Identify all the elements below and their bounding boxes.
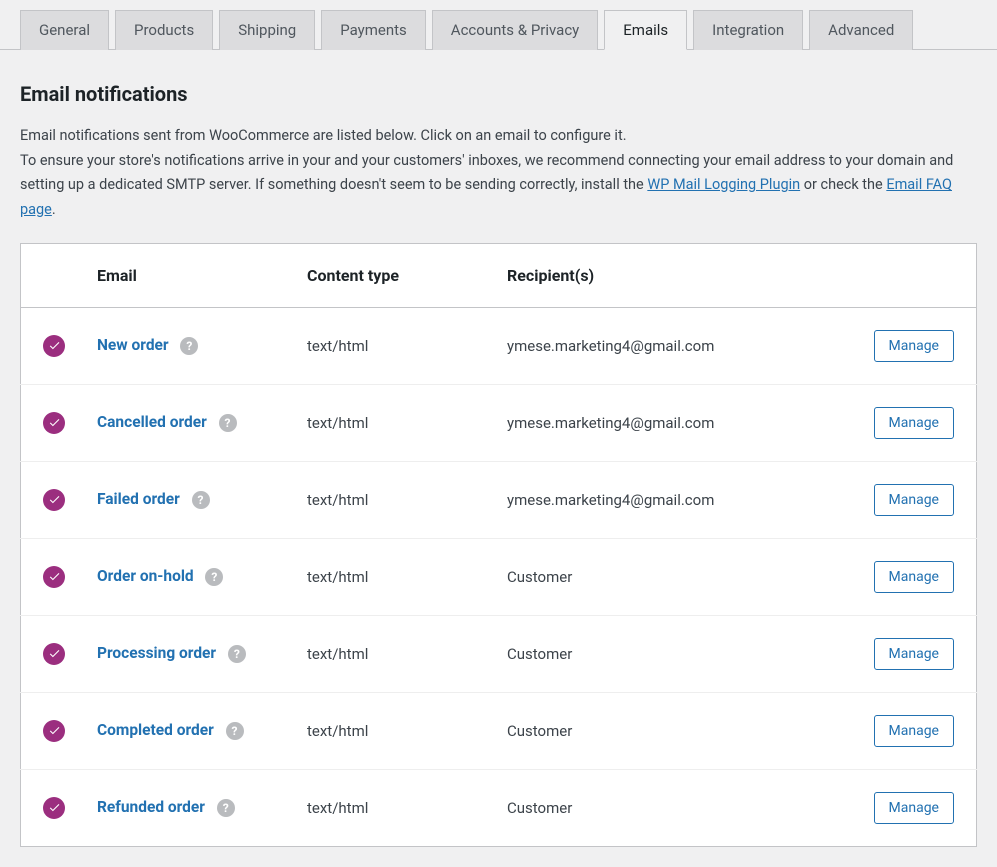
status-enabled-icon — [43, 335, 65, 357]
email-name-link[interactable]: Cancelled order — [97, 413, 207, 431]
email-name-link[interactable]: Refunded order — [97, 798, 205, 816]
manage-button[interactable]: Manage — [874, 792, 954, 824]
status-enabled-icon — [43, 412, 65, 434]
help-icon[interactable]: ? — [219, 414, 237, 432]
content-type-cell: text/html — [291, 384, 491, 461]
status-enabled-icon — [43, 720, 65, 742]
email-name-link[interactable]: Completed order — [97, 721, 214, 739]
help-icon[interactable]: ? — [192, 491, 210, 509]
recipients-cell: Customer — [491, 769, 857, 846]
tab-products[interactable]: Products — [115, 10, 213, 50]
table-row: Refunded order ? text/html Customer Mana… — [21, 769, 977, 846]
status-enabled-icon — [43, 643, 65, 665]
email-name-link[interactable]: Order on-hold — [97, 567, 194, 585]
table-row: Order on-hold ? text/html Customer Manag… — [21, 538, 977, 615]
col-header-email: Email — [81, 243, 291, 307]
manage-button[interactable]: Manage — [874, 561, 954, 593]
tab-integration[interactable]: Integration — [693, 10, 803, 50]
table-row: Processing order ? text/html Customer Ma… — [21, 615, 977, 692]
tab-emails[interactable]: Emails — [604, 10, 687, 50]
col-header-manage — [857, 243, 977, 307]
manage-button[interactable]: Manage — [874, 484, 954, 516]
tab-general[interactable]: General — [20, 10, 109, 50]
status-enabled-icon — [43, 489, 65, 511]
table-row: Cancelled order ? text/html ymese.market… — [21, 384, 977, 461]
status-enabled-icon — [43, 566, 65, 588]
tab-shipping[interactable]: Shipping — [219, 10, 315, 50]
table-row: Completed order ? text/html Customer Man… — [21, 692, 977, 769]
recipients-cell: ymese.marketing4@gmail.com — [491, 384, 857, 461]
help-icon[interactable]: ? — [226, 722, 244, 740]
table-row: New order ? text/html ymese.marketing4@g… — [21, 307, 977, 384]
recipients-cell: Customer — [491, 538, 857, 615]
help-icon[interactable]: ? — [180, 337, 198, 355]
table-row: Failed order ? text/html ymese.marketing… — [21, 461, 977, 538]
content-type-cell: text/html — [291, 307, 491, 384]
wp-mail-logging-link[interactable]: WP Mail Logging Plugin — [647, 176, 800, 193]
recipients-cell: Customer — [491, 692, 857, 769]
email-notifications-table: Email Content type Recipient(s) New orde… — [20, 243, 977, 847]
content-type-cell: text/html — [291, 461, 491, 538]
col-header-content-type: Content type — [291, 243, 491, 307]
recipients-cell: ymese.marketing4@gmail.com — [491, 307, 857, 384]
intro-line1: Email notifications sent from WooCommerc… — [20, 127, 627, 144]
recipients-cell: Customer — [491, 615, 857, 692]
tab-advanced[interactable]: Advanced — [809, 10, 913, 50]
help-icon[interactable]: ? — [205, 568, 223, 586]
page-title: Email notifications — [20, 82, 977, 106]
manage-button[interactable]: Manage — [874, 638, 954, 670]
intro-line2b: or check the — [800, 176, 886, 193]
col-header-recipients: Recipient(s) — [491, 243, 857, 307]
content-type-cell: text/html — [291, 615, 491, 692]
content-type-cell: text/html — [291, 538, 491, 615]
email-name-link[interactable]: Failed order — [97, 490, 180, 508]
manage-button[interactable]: Manage — [874, 715, 954, 747]
page-content: Email notifications Email notifications … — [0, 50, 997, 867]
manage-button[interactable]: Manage — [874, 330, 954, 362]
tab-payments[interactable]: Payments — [321, 10, 426, 50]
manage-button[interactable]: Manage — [874, 407, 954, 439]
help-icon[interactable]: ? — [217, 799, 235, 817]
help-icon[interactable]: ? — [228, 645, 246, 663]
col-header-status — [21, 243, 82, 307]
content-type-cell: text/html — [291, 769, 491, 846]
settings-tabs: General Products Shipping Payments Accou… — [0, 0, 997, 50]
intro-text: Email notifications sent from WooCommerc… — [20, 124, 977, 223]
intro-line2c: . — [52, 201, 56, 218]
status-enabled-icon — [43, 797, 65, 819]
content-type-cell: text/html — [291, 692, 491, 769]
email-name-link[interactable]: New order — [97, 336, 169, 354]
recipients-cell: ymese.marketing4@gmail.com — [491, 461, 857, 538]
email-name-link[interactable]: Processing order — [97, 644, 216, 662]
tab-accounts-privacy[interactable]: Accounts & Privacy — [432, 10, 598, 50]
